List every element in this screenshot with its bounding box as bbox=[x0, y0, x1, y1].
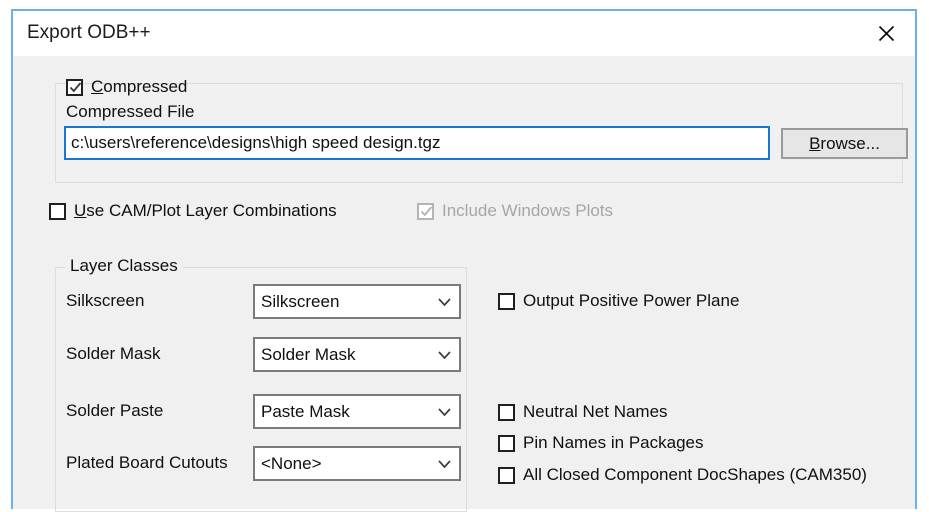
checkbox-output-positive-power-plane[interactable]: Output Positive Power Plane bbox=[498, 291, 739, 311]
label-plated-board-cutouts: Plated Board Cutouts bbox=[66, 453, 228, 472]
compressed-file-input[interactable]: c:\users\reference\designs\high speed de… bbox=[64, 126, 770, 160]
checkbox-box-neutral-net-names bbox=[498, 403, 515, 421]
checkbox-label-use-cam: Use CAM/Plot Layer Combinations bbox=[74, 201, 337, 221]
checkbox-pin-names-in-packages[interactable]: Pin Names in Packages bbox=[498, 433, 703, 453]
combobox-value-solder-mask: Solder Mask bbox=[261, 344, 356, 364]
combobox-silkscreen[interactable]: Silkscreen bbox=[253, 284, 461, 319]
accel-char: C bbox=[91, 77, 104, 96]
combobox-solder-paste[interactable]: Paste Mask bbox=[253, 394, 461, 429]
combobox-value-silkscreen: Silkscreen bbox=[261, 291, 340, 311]
close-button[interactable] bbox=[863, 15, 909, 51]
checkbox-all-closed-component-docshapes[interactable]: All Closed Component DocShapes (CAM350) bbox=[498, 465, 867, 485]
label-silkscreen: Silkscreen bbox=[66, 291, 145, 310]
checkbox-box-use-cam bbox=[49, 202, 66, 220]
checkbox-neutral-net-names[interactable]: Neutral Net Names bbox=[498, 402, 668, 422]
combobox-plated-board-cutouts[interactable]: <None> bbox=[253, 446, 461, 481]
layer-classes-legend: Layer Classes bbox=[65, 256, 183, 276]
checkbox-label-compressed: Compressed bbox=[91, 77, 187, 97]
chevron-down-icon bbox=[429, 459, 459, 469]
combobox-value-solder-paste: Paste Mask bbox=[261, 401, 350, 421]
checkbox-box-output-positive-power-plane bbox=[498, 292, 515, 310]
checkbox-box-include-windows-plots bbox=[417, 202, 434, 220]
checkbox-box-all-closed-component-docshapes bbox=[498, 466, 515, 484]
compressed-file-label: Compressed File bbox=[66, 102, 195, 121]
chevron-down-icon bbox=[429, 350, 459, 360]
label-rest: ompressed bbox=[103, 77, 188, 96]
accel-char: U bbox=[74, 201, 87, 220]
label-rest: rowse... bbox=[820, 133, 880, 153]
close-icon bbox=[878, 25, 895, 42]
export-odbpp-dialog: Export ODB++ Compressed Compressed File … bbox=[11, 9, 917, 512]
checkbox-label-include-windows-plots: Include Windows Plots bbox=[442, 201, 614, 220]
checkbox-use-cam-plot-layer-combinations[interactable]: Use CAM/Plot Layer Combinations bbox=[49, 201, 337, 221]
label-solder-mask: Solder Mask bbox=[66, 344, 161, 363]
browse-button[interactable]: Browse... bbox=[781, 128, 908, 159]
checkbox-compressed[interactable]: Compressed bbox=[66, 77, 187, 97]
accel-char: B bbox=[809, 133, 821, 153]
combobox-value-plated-board-cutouts: <None> bbox=[261, 453, 322, 473]
checkmark-icon bbox=[420, 205, 433, 218]
chevron-down-icon bbox=[429, 407, 459, 417]
checkbox-label-pin-names-in-packages: Pin Names in Packages bbox=[523, 433, 704, 452]
checkbox-label-all-closed-component-docshapes: All Closed Component DocShapes (CAM350) bbox=[523, 465, 867, 484]
checkmark-icon bbox=[69, 81, 82, 94]
chevron-down-icon bbox=[429, 297, 459, 307]
checkbox-label-output-positive-power-plane: Output Positive Power Plane bbox=[523, 291, 740, 310]
label-solder-paste: Solder Paste bbox=[66, 401, 164, 420]
page-title: Export ODB++ bbox=[27, 22, 151, 43]
checkbox-box-pin-names-in-packages bbox=[498, 434, 515, 452]
checkbox-box-compressed bbox=[66, 78, 83, 96]
checkbox-include-windows-plots: Include Windows Plots bbox=[417, 201, 613, 221]
combobox-solder-mask[interactable]: Solder Mask bbox=[253, 337, 461, 372]
title-bar: Export ODB++ bbox=[13, 11, 915, 56]
dialog-body: Compressed Compressed File c:\users\refe… bbox=[13, 56, 915, 512]
label-rest: se CAM/Plot Layer Combinations bbox=[86, 201, 337, 220]
checkbox-label-neutral-net-names: Neutral Net Names bbox=[523, 402, 668, 421]
